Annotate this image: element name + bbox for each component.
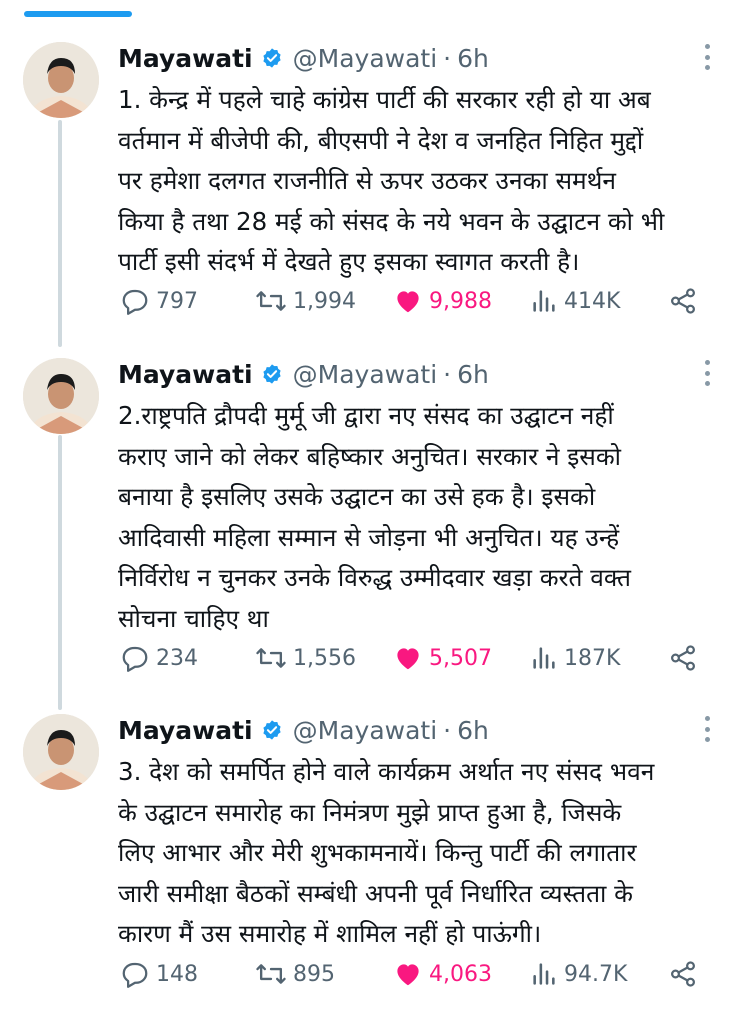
share-icon	[670, 288, 696, 314]
author-name[interactable]: Mayawati	[118, 360, 253, 389]
views-button[interactable]: 414K	[530, 281, 620, 321]
view-count: 187K	[564, 645, 621, 671]
verified-badge-icon	[263, 364, 281, 384]
like-button[interactable]: 5,507	[393, 638, 492, 678]
like-count: 5,507	[429, 645, 492, 671]
like-count: 4,063	[429, 961, 492, 987]
reply-button[interactable]: 234	[120, 638, 198, 678]
share-button[interactable]	[668, 638, 704, 678]
reply-count: 797	[156, 288, 198, 314]
timestamp[interactable]: 6h	[457, 44, 489, 73]
retweet-button[interactable]: 895	[255, 954, 335, 994]
view-count: 414K	[564, 288, 621, 314]
like-button[interactable]: 9,988	[393, 281, 492, 321]
views-icon	[533, 963, 555, 985]
author-handle[interactable]: @Mayawati	[293, 44, 438, 73]
reply-button[interactable]: 148	[120, 954, 198, 994]
reply-count: 148	[156, 961, 198, 987]
reply-icon	[122, 962, 148, 988]
views-icon	[533, 290, 555, 312]
tweet-actions: 148 895 4,063 94.7K	[120, 954, 720, 994]
views-icon	[533, 647, 555, 669]
avatar[interactable]	[23, 42, 99, 118]
retweet-button[interactable]: 1,994	[255, 281, 356, 321]
retweet-count: 1,994	[293, 288, 356, 314]
separator: ·	[443, 715, 452, 745]
share-button[interactable]	[668, 281, 704, 321]
reply-count: 234	[156, 645, 198, 671]
like-button[interactable]: 4,063	[393, 954, 492, 994]
reply-icon	[122, 646, 148, 672]
author-handle[interactable]: @Mayawati	[293, 716, 438, 745]
verified-badge-icon	[263, 48, 281, 68]
tweet-text: 2.राष्ट्रपति द्रौपदी मुर्मू जी द्वारा नए…	[118, 401, 632, 633]
separator: ·	[443, 359, 452, 389]
avatar[interactable]	[23, 714, 99, 790]
tweet-header: Mayawati @Mayawati · 6h	[118, 710, 489, 750]
share-icon	[670, 961, 696, 987]
more-icon[interactable]	[701, 42, 713, 72]
retweet-button[interactable]: 1,556	[255, 638, 356, 678]
scroll-indicator	[24, 11, 132, 17]
share-icon	[670, 645, 696, 671]
tweet-text: 1. केन्द्र में पहले चाहे कांग्रेस पार्टी…	[118, 85, 665, 276]
retweet-icon	[256, 291, 286, 311]
like-count: 9,988	[429, 288, 492, 314]
views-button[interactable]: 94.7K	[530, 954, 627, 994]
more-icon[interactable]	[701, 358, 713, 388]
retweet-icon	[256, 964, 286, 984]
tweet-actions: 797 1,994 9,988 414K	[120, 281, 720, 321]
retweet-count: 895	[293, 961, 335, 987]
share-button[interactable]	[668, 954, 704, 994]
views-button[interactable]: 187K	[530, 638, 620, 678]
timestamp[interactable]: 6h	[457, 716, 489, 745]
separator: ·	[443, 43, 452, 73]
author-name[interactable]: Mayawati	[118, 44, 253, 73]
reply-button[interactable]: 797	[120, 281, 198, 321]
tweet-header: Mayawati @Mayawati · 6h	[118, 354, 489, 394]
thread-line	[58, 120, 62, 347]
heart-icon	[397, 648, 419, 670]
view-count: 94.7K	[564, 961, 628, 987]
retweet-count: 1,556	[293, 645, 356, 671]
reply-icon	[122, 289, 148, 315]
avatar[interactable]	[23, 358, 99, 434]
tweet-text: 3. देश को समर्पित होने वाले कार्यक्रम अर…	[118, 757, 655, 948]
tweet-header: Mayawati @Mayawati · 6h	[118, 38, 489, 78]
heart-icon	[397, 291, 419, 313]
heart-icon	[397, 964, 419, 986]
author-name[interactable]: Mayawati	[118, 716, 253, 745]
timestamp[interactable]: 6h	[457, 360, 489, 389]
verified-badge-icon	[263, 720, 281, 740]
retweet-icon	[256, 648, 286, 668]
tweet-actions: 234 1,556 5,507 187K	[120, 638, 720, 678]
more-icon[interactable]	[701, 714, 713, 744]
thread-line	[58, 435, 62, 710]
author-handle[interactable]: @Mayawati	[293, 360, 438, 389]
